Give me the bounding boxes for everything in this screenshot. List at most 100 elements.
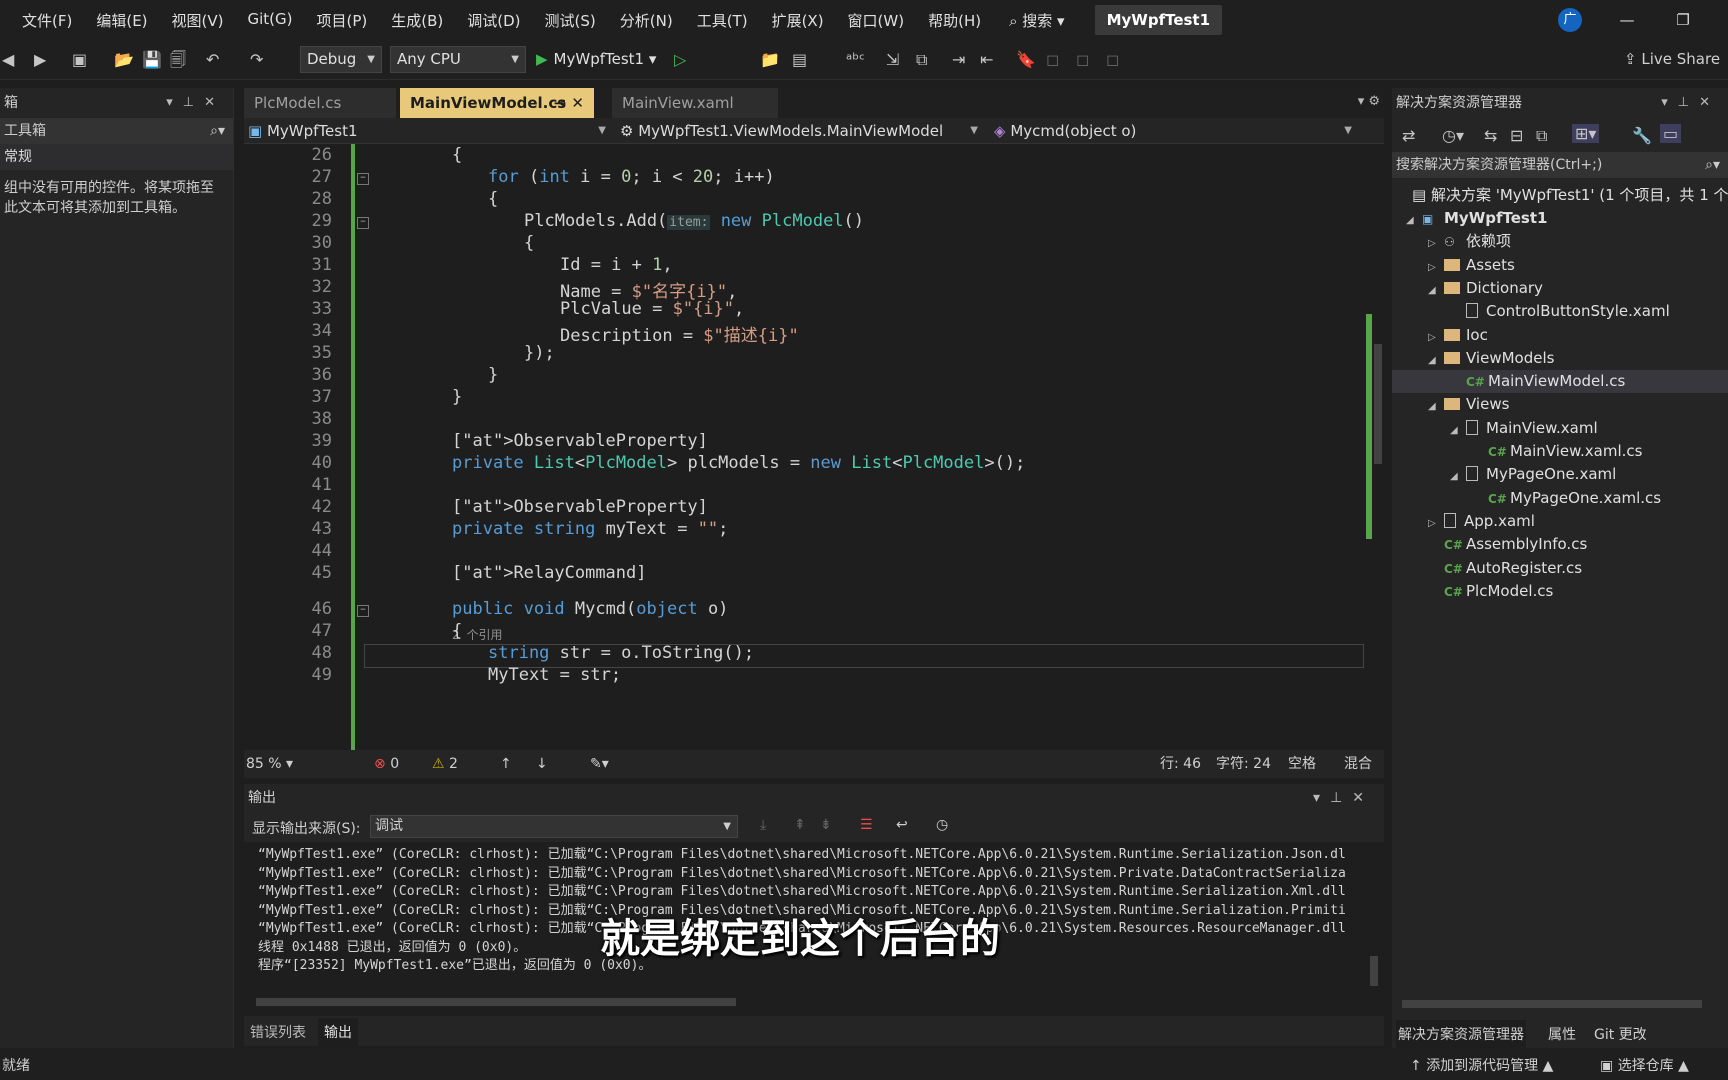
- redo-icon[interactable]: ↷: [250, 50, 263, 70]
- new-project-icon[interactable]: ▣: [72, 50, 87, 70]
- tab-overflow-icon[interactable]: ▾ ⚙: [1358, 94, 1380, 109]
- platform-select[interactable]: Any CPU ▼: [390, 46, 526, 73]
- bookmark-icon[interactable]: 🔖: [1016, 50, 1036, 70]
- hscroll-thumb[interactable]: [1402, 1000, 1702, 1008]
- tree-item[interactable]: ◢ Dictionary: [1428, 277, 1543, 300]
- step-icon[interactable]: ⇲: [886, 50, 899, 70]
- tab-mainview[interactable]: MainView.xaml: [612, 88, 778, 118]
- filter-icon[interactable]: ⊞▾: [1572, 124, 1600, 143]
- sync-icon[interactable]: ⇄: [1402, 126, 1415, 145]
- menu-item[interactable]: 工具(T): [685, 10, 760, 31]
- panel-controls[interactable]: ▾⊥✕: [1661, 88, 1720, 118]
- error-count[interactable]: ⊗ 0: [374, 750, 399, 778]
- panel-controls[interactable]: ▾⊥✕: [1313, 784, 1374, 812]
- tree-item[interactable]: ◢ ▣ MyWpfTest1: [1406, 207, 1547, 230]
- menu-item[interactable]: 文件(F): [10, 10, 84, 31]
- history-icon[interactable]: ◷▾: [1442, 126, 1464, 145]
- fold-toggle-icon[interactable]: −: [357, 605, 369, 617]
- menu-item[interactable]: 测试(S): [533, 10, 608, 31]
- class-dropdown[interactable]: ⚙ MyWpfTest1.ViewModels.MainViewModel ▼: [620, 118, 982, 144]
- menu-item[interactable]: 调试(D): [455, 10, 532, 31]
- solution-search[interactable]: 搜索解决方案资源管理器(Ctrl+;) ⌕▾: [1392, 152, 1728, 178]
- panel-controls[interactable]: ▾⊥✕: [166, 88, 225, 118]
- tab-mainviewmodel[interactable]: MainViewModel.cs ⊸ ✕: [400, 88, 594, 118]
- bookmark-next-icon[interactable]: ◻: [1076, 50, 1089, 70]
- show-all-icon[interactable]: ⧉: [1536, 126, 1547, 146]
- refresh-icon[interactable]: ⇆: [1484, 126, 1497, 145]
- collapse-icon[interactable]: ◢: [1428, 279, 1444, 302]
- output-hscrollbar[interactable]: [256, 998, 1356, 1006]
- tree-item[interactable]: ControlButtonStyle.xaml: [1450, 300, 1670, 323]
- config-select[interactable]: Debug ▼: [300, 46, 382, 73]
- toolbox-search[interactable]: 工具箱 ⌕▾: [0, 118, 233, 144]
- prev-issue-icon[interactable]: ↑: [500, 750, 512, 778]
- scroll-thumb[interactable]: [1374, 344, 1382, 464]
- select-repo-button[interactable]: ▣ 选择仓库 ▲: [1600, 1055, 1689, 1075]
- brush-icon[interactable]: ✎▾: [590, 750, 609, 778]
- next-msg-icon[interactable]: ⇟: [820, 817, 832, 833]
- save-all-icon[interactable]: 🗐: [170, 50, 186, 70]
- layout-icon[interactable]: ▤: [792, 50, 807, 70]
- project-dropdown[interactable]: ▣ MyWpfTest1 ▼: [248, 118, 610, 144]
- preview-icon[interactable]: ▭: [1660, 124, 1682, 143]
- expand-icon[interactable]: ▷: [1428, 232, 1444, 255]
- warning-count[interactable]: ⚠ 2: [432, 750, 458, 778]
- tree-item[interactable]: ▷ ⚇ 依赖项: [1428, 230, 1511, 253]
- menu-item[interactable]: 项目(P): [305, 10, 380, 31]
- collapse-icon[interactable]: ◢: [1450, 465, 1466, 488]
- navigate-forward-icon[interactable]: ▶: [34, 50, 46, 70]
- tree-item[interactable]: C# AssemblyInfo.cs: [1428, 533, 1587, 556]
- add-source-control-button[interactable]: ↑ 添加到源代码管理 ▲: [1410, 1055, 1553, 1075]
- word-wrap-icon[interactable]: ↩: [896, 817, 908, 833]
- undo-icon[interactable]: ↶: [206, 50, 219, 70]
- tree-item[interactable]: C# MyPageOne.xaml.cs: [1472, 487, 1661, 510]
- live-share-button[interactable]: ⇪ Live Share: [1624, 50, 1720, 68]
- bookmark-prev-icon[interactable]: ◻: [1046, 50, 1059, 70]
- menu-item[interactable]: 分析(N): [608, 10, 685, 31]
- next-issue-icon[interactable]: ↓: [536, 750, 548, 778]
- member-dropdown[interactable]: ◈ Mycmd(object o) ▼: [994, 118, 1356, 144]
- navigate-back-icon[interactable]: ◀: [2, 50, 14, 70]
- menu-item[interactable]: 扩展(X): [760, 10, 836, 31]
- goto-icon[interactable]: ⤓: [760, 817, 766, 833]
- collapse-icon[interactable]: ⊟: [1510, 126, 1523, 145]
- clock-icon[interactable]: ◷: [936, 817, 948, 833]
- start-debug-button[interactable]: ▶ MyWpfTest1 ▾: [536, 46, 656, 73]
- solution-root[interactable]: ▤ 解决方案 'MyWpfTest1' (1 个项目，共 1 个): [1412, 184, 1728, 207]
- clear-all-icon[interactable]: ☰: [860, 817, 873, 833]
- folder-view-icon[interactable]: 📁: [760, 50, 780, 70]
- menu-item[interactable]: 视图(V): [160, 10, 236, 31]
- output-scrollbar[interactable]: [1366, 846, 1382, 996]
- solution-hscrollbar[interactable]: [1402, 1000, 1718, 1008]
- account-avatar[interactable]: 广: [1558, 8, 1582, 32]
- compare-icon[interactable]: ⧉: [916, 50, 927, 70]
- tree-item[interactable]: C# MainView.xaml.cs: [1472, 440, 1642, 463]
- properties-icon[interactable]: 🔧: [1632, 126, 1652, 145]
- tree-item[interactable]: C# PlcModel.cs: [1428, 580, 1553, 603]
- editor-scrollbar[interactable]: [1366, 144, 1384, 750]
- close-tab-icon[interactable]: ⊸ ✕: [554, 88, 584, 118]
- tree-item[interactable]: ▷ Ioc: [1428, 324, 1488, 347]
- start-without-debug-icon[interactable]: ▷: [674, 50, 686, 70]
- collapse-icon[interactable]: ◢: [1406, 209, 1422, 232]
- collapse-icon[interactable]: ◢: [1450, 419, 1466, 442]
- line-endings[interactable]: 混合: [1344, 750, 1372, 778]
- hscroll-thumb[interactable]: [256, 998, 736, 1006]
- menu-item[interactable]: Git(G): [236, 10, 305, 31]
- menu-item[interactable]: 窗口(W): [836, 10, 917, 31]
- tab-plcmodel[interactable]: PlcModel.cs: [244, 88, 396, 118]
- collapse-icon[interactable]: ◢: [1428, 349, 1444, 372]
- search-box[interactable]: ⌕ 搜索 ▾: [1009, 10, 1065, 31]
- minimize-icon[interactable]: —: [1612, 8, 1642, 32]
- tree-item[interactable]: ◢ Views: [1428, 393, 1509, 416]
- fold-toggle-icon[interactable]: −: [357, 217, 369, 229]
- tab-git-changes[interactable]: Git 更改: [1594, 1024, 1647, 1044]
- expand-icon[interactable]: ▷: [1428, 326, 1444, 349]
- prev-msg-icon[interactable]: ⇞: [794, 817, 806, 833]
- tree-item[interactable]: ▷ App.xaml: [1428, 510, 1535, 533]
- code-editor[interactable]: 2 个引用 26{27− for (int i = 0; i < 20; i++)…: [244, 144, 1366, 750]
- output-source-select[interactable]: 调试 ▼: [370, 815, 738, 838]
- menu-item[interactable]: 编辑(E): [84, 10, 159, 31]
- open-folder-icon[interactable]: 📂: [114, 50, 134, 70]
- tab-solution-explorer[interactable]: 解决方案资源管理器: [1396, 1020, 1526, 1048]
